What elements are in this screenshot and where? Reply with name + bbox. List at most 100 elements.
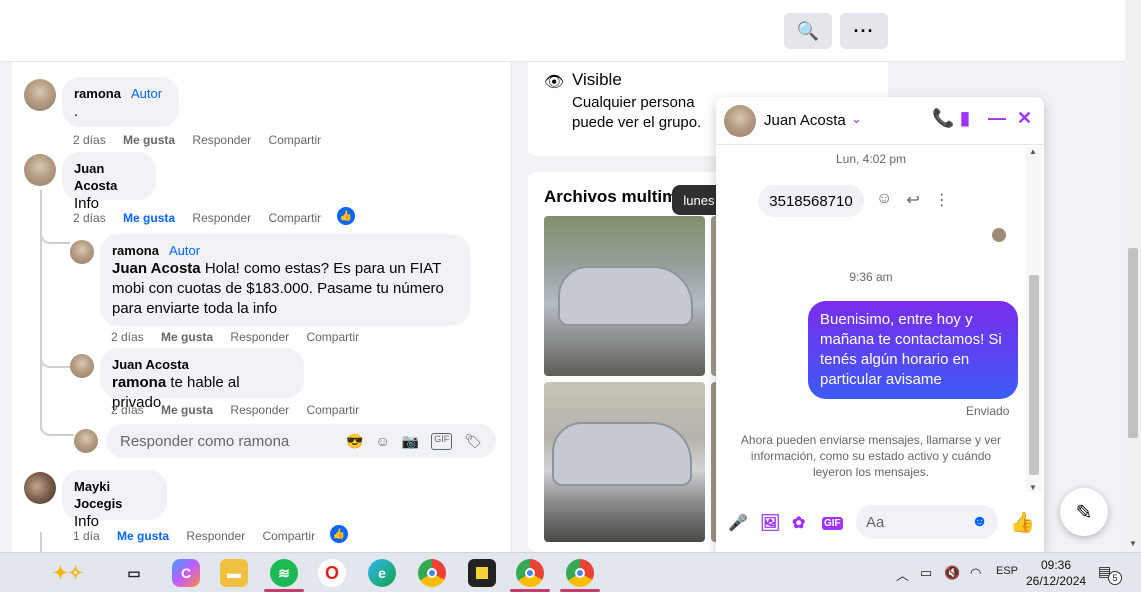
share-link[interactable]: Compartir [268, 211, 321, 225]
more-options-button[interactable]: ··· [840, 13, 888, 49]
avatar[interactable] [70, 240, 94, 264]
notification-center[interactable]: ▤ 5 [1098, 563, 1122, 585]
current-user-avatar[interactable] [74, 429, 98, 453]
emoji-icon[interactable]: ☻ [971, 513, 988, 531]
scroll-thumb[interactable] [1128, 248, 1138, 438]
like-reaction-icon[interactable]: 👍 [337, 207, 355, 225]
like-link[interactable]: Me gusta [161, 403, 213, 417]
chat-scrollbar[interactable]: ▲ ▼ [1026, 147, 1042, 492]
task-view-icon[interactable]: ▭ [120, 559, 148, 587]
chrome-icon[interactable] [418, 559, 446, 587]
more-icon[interactable]: ⋮ [934, 190, 950, 210]
reply-link[interactable]: Responder [192, 133, 251, 147]
mention-tag[interactable]: Juan Acosta [112, 260, 201, 277]
like-reaction-icon[interactable]: 👍 [330, 525, 348, 543]
chrome-profile-icon[interactable] [510, 559, 550, 592]
avatar-sticker-icon[interactable]: 😎 [346, 433, 363, 450]
search-button[interactable]: 🔍 [784, 13, 832, 49]
media-photo[interactable] [544, 382, 705, 542]
mention-tag[interactable]: ramona [112, 374, 166, 391]
share-link[interactable]: Compartir [306, 330, 359, 344]
comment-time[interactable]: 2 días [73, 211, 106, 225]
react-icon[interactable]: ☺ [876, 190, 892, 210]
comment-author[interactable]: ramona [112, 243, 159, 258]
like-link[interactable]: Me gusta [123, 133, 175, 147]
phone-call-icon[interactable]: 📞 [932, 108, 954, 129]
visibility-title: Visible [572, 70, 622, 89]
thread-connector [40, 354, 70, 368]
reply-input[interactable]: Responder como ramona 😎 ☺ 📷 GIF 🏷 [106, 424, 496, 458]
car-shape [552, 422, 692, 486]
avatar[interactable] [24, 79, 56, 111]
video-call-icon[interactable]: ▮ [960, 108, 970, 129]
sticker-icon[interactable]: ✿ [792, 513, 805, 533]
language-indicator[interactable]: ESP [996, 565, 1018, 577]
volume-muted-icon[interactable]: 🔇 [944, 565, 960, 581]
gif-icon[interactable]: GIF [822, 513, 843, 531]
scroll-up-icon[interactable]: ▲ [1029, 147, 1037, 156]
chrome-profile-icon[interactable] [560, 559, 600, 592]
comment-time[interactable]: 2 días [111, 403, 144, 417]
like-link[interactable]: Me gusta [117, 529, 169, 543]
share-link[interactable]: Compartir [306, 403, 359, 417]
scroll-down-icon[interactable]: ▼ [1029, 483, 1037, 492]
comment-author[interactable]: Mayki Jocegis [74, 479, 122, 511]
share-link[interactable]: Compartir [262, 529, 315, 543]
reply-link[interactable]: Responder [230, 330, 289, 344]
battery-icon[interactable]: ▭ [920, 565, 932, 581]
thread-connector [40, 422, 74, 436]
sticker-icon[interactable]: 🏷 [464, 433, 482, 450]
comment-author[interactable]: ramona [74, 86, 121, 101]
thread-line [40, 532, 42, 552]
comment-bubble: ramona Autor Juan Acosta Hola! como estas… [100, 234, 470, 326]
microphone-icon[interactable]: 🎤 [728, 513, 748, 533]
avatar[interactable] [24, 154, 56, 186]
contact-name[interactable]: Juan Acosta [764, 112, 846, 129]
comment-author[interactable]: Juan Acosta [74, 161, 117, 193]
camera-icon[interactable]: 📷 [402, 433, 419, 450]
reply-link[interactable]: Responder [186, 529, 245, 543]
reply-link[interactable]: Responder [192, 211, 251, 225]
reply-link[interactable]: Responder [230, 403, 289, 417]
opera-icon[interactable]: O [318, 559, 346, 587]
like-link[interactable]: Me gusta [123, 211, 175, 225]
copilot-icon[interactable]: C [172, 559, 200, 587]
comment-time[interactable]: 2 días [111, 330, 144, 344]
like-link[interactable]: Me gusta [161, 330, 213, 344]
file-explorer-icon[interactable]: ▬ [220, 559, 248, 587]
page-scrollbar[interactable]: ▼ [1125, 0, 1141, 552]
chat-timestamp: 9:36 am [849, 270, 893, 284]
comment-time[interactable]: 1 día [73, 529, 100, 543]
thread-connector [40, 230, 70, 244]
media-photo[interactable] [544, 216, 705, 376]
emoji-icon[interactable]: ☺ [375, 433, 389, 450]
message-input[interactable]: Aa ☻ [856, 505, 998, 539]
scroll-thumb[interactable] [1029, 275, 1039, 475]
image-icon[interactable]: 🖼 [760, 513, 780, 533]
chevron-up-icon[interactable]: ︿ [896, 565, 909, 584]
thumbs-up-icon[interactable]: 👍 [1010, 510, 1035, 535]
wifi-icon[interactable]: ◠ [970, 565, 981, 581]
sticky-notes-icon[interactable] [468, 559, 496, 587]
share-link[interactable]: Compartir [268, 133, 321, 147]
system-clock[interactable]: 09:36 26/12/2024 [1026, 557, 1086, 589]
chat-timestamp: Lun, 4:02 pm [835, 152, 907, 166]
comment-author[interactable]: Juan Acosta [112, 357, 189, 372]
gif-icon[interactable]: GIF [431, 432, 453, 450]
outgoing-message[interactable]: Buenisimo, entre hoy y mañana te contact… [808, 301, 1018, 399]
avatar[interactable] [24, 472, 56, 504]
copilot-sparkle-icon[interactable]: ✦✧ [38, 559, 98, 587]
edge-icon[interactable]: e [368, 559, 396, 587]
close-icon[interactable]: ✕ [1017, 108, 1032, 129]
comment-bubble: Juan Acosta ramona te hable al privado [100, 348, 304, 411]
reply-icon[interactable]: ↩ [906, 190, 919, 210]
new-message-button[interactable]: ✎ [1060, 488, 1108, 536]
contact-avatar[interactable] [724, 105, 756, 137]
spotify-icon[interactable]: ≋ [264, 559, 304, 592]
scroll-down-icon[interactable]: ▼ [1129, 539, 1137, 548]
avatar[interactable] [70, 354, 94, 378]
comment-time[interactable]: 2 días [73, 133, 106, 147]
chevron-down-icon[interactable]: ⌄ [851, 111, 862, 127]
incoming-message[interactable]: 3518568710 [758, 185, 864, 217]
minimize-icon[interactable]: — [988, 108, 1006, 129]
